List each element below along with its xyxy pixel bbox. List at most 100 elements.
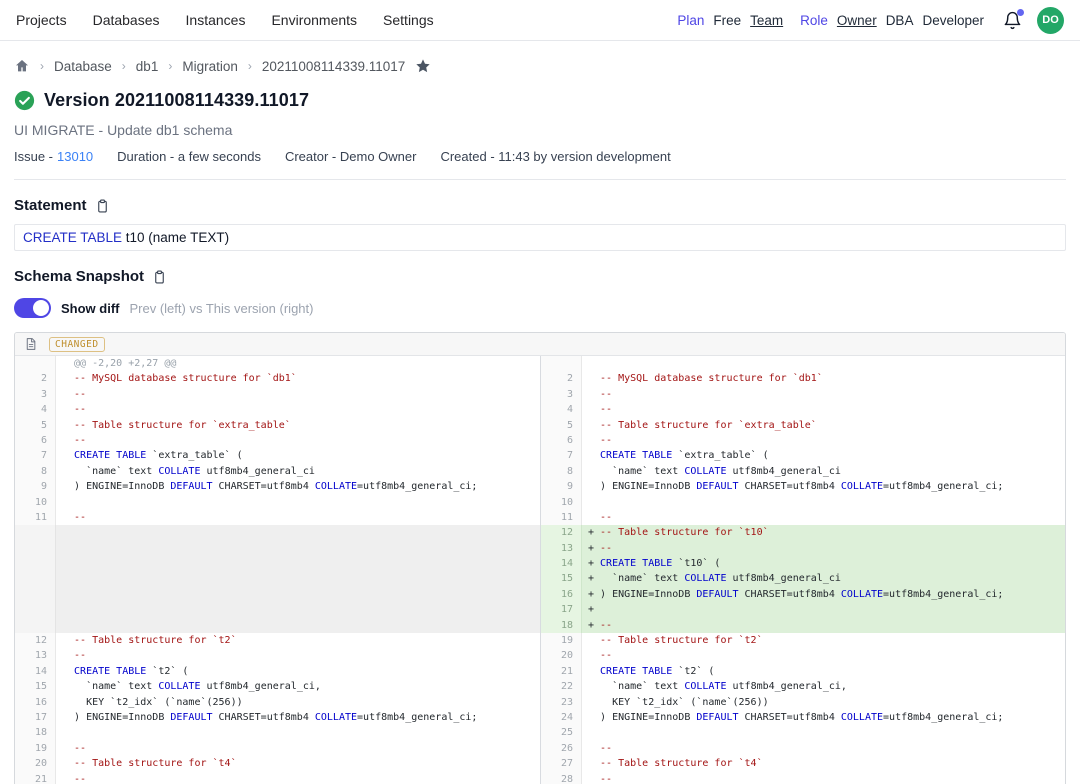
diff-prefix: +	[588, 602, 600, 617]
section-divider	[14, 179, 1066, 180]
diff-row	[15, 541, 540, 556]
code-line: `name` text COLLATE utf8mb4_general_ci	[582, 464, 1065, 479]
statement-code: CREATE TABLE t10 (name TEXT)	[14, 224, 1066, 251]
breadcrumb-item[interactable]: Migration	[182, 59, 238, 74]
plan-label[interactable]: Plan	[677, 13, 704, 28]
diff-row	[15, 587, 540, 602]
diff-row: 14CREATE TABLE `t2` (	[15, 664, 540, 679]
nav-item-environments[interactable]: Environments	[271, 12, 357, 28]
code-token: --	[74, 650, 86, 661]
code-token: `name` text	[600, 573, 684, 584]
code-token: ) ENGINE=InnoDB	[74, 712, 170, 723]
code-token: CHARSET=utf8mb4	[213, 481, 315, 492]
diff-prefix: +	[588, 571, 600, 586]
copy-statement-icon[interactable]	[95, 198, 110, 214]
diff-row: 11--	[15, 510, 540, 525]
code-token: utf8mb4_general_ci	[726, 573, 840, 584]
code-line: -- Table structure for `extra_table`	[56, 418, 540, 433]
diff-row: 4--	[15, 402, 540, 417]
team-link[interactable]: Team	[750, 13, 783, 28]
code-line: ) ENGINE=InnoDB DEFAULT CHARSET=utf8mb4 …	[582, 710, 1065, 725]
code-line: ) ENGINE=InnoDB DEFAULT CHARSET=utf8mb4 …	[56, 710, 540, 725]
code-line: --	[56, 772, 540, 784]
code-token: COLLATE	[841, 712, 883, 723]
code-token: =utf8mb4_general_ci;	[357, 481, 477, 492]
code-line	[582, 725, 1065, 740]
diff-row	[15, 571, 540, 586]
code-line	[56, 556, 540, 571]
line-number	[15, 525, 56, 540]
hunk-header: @@ -2,20 +2,27 @@	[74, 358, 176, 369]
home-icon[interactable]	[14, 58, 30, 74]
meta-item: Creator - Demo Owner	[285, 149, 416, 164]
line-number: 2	[541, 371, 582, 386]
code-token: COLLATE	[684, 573, 726, 584]
code-token: COLLATE	[158, 681, 200, 692]
code-line: --	[56, 433, 540, 448]
line-number: 8	[541, 464, 582, 479]
diff-row	[15, 618, 540, 633]
code-token: --	[600, 435, 612, 446]
code-token: ) ENGINE=InnoDB	[600, 589, 696, 600]
show-diff-toggle[interactable]	[14, 298, 51, 318]
line-number: 26	[541, 741, 582, 756]
code-token: COLLATE	[684, 466, 726, 477]
code-line: KEY `t2_idx` (`name`(256))	[56, 695, 540, 710]
issue-link[interactable]: 13010	[57, 149, 93, 164]
migration-subtitle: UI MIGRATE - Update db1 schema	[14, 122, 1066, 138]
line-number: 5	[15, 418, 56, 433]
line-number: 6	[15, 433, 56, 448]
diff-row: 12-- Table structure for `t2`	[15, 633, 540, 648]
role-owner-link[interactable]: Owner	[837, 13, 877, 28]
line-number: 9	[15, 479, 56, 494]
code-line	[56, 571, 540, 586]
code-token: COLLATE	[315, 712, 357, 723]
diff-row: 19--	[15, 741, 540, 756]
diff-prefix: +	[588, 525, 600, 540]
notification-dot	[1017, 9, 1024, 16]
code-token: -- Table structure for `extra_table`	[74, 420, 291, 431]
code-token: `extra_table` (	[146, 450, 242, 461]
diff-row: 8 `name` text COLLATE utf8mb4_general_ci	[15, 464, 540, 479]
avatar[interactable]: DO	[1037, 7, 1064, 34]
line-number: 20	[541, 648, 582, 663]
breadcrumb-item[interactable]: Database	[54, 59, 112, 74]
line-number: 27	[541, 756, 582, 771]
code-line: + `name` text COLLATE utf8mb4_general_ci	[582, 571, 1065, 586]
code-token: CHARSET=utf8mb4	[739, 589, 841, 600]
diff-row: 26--	[541, 741, 1065, 756]
nav-right: Plan Free Team Role Owner DBA Developer …	[677, 7, 1064, 34]
code-token: -- Table structure for `t2`	[74, 635, 237, 646]
line-number	[15, 571, 56, 586]
toggle-knob	[33, 300, 49, 316]
code-token: COLLATE	[315, 481, 357, 492]
notification-bell-icon[interactable]	[1003, 11, 1022, 30]
favorite-star-icon[interactable]	[415, 58, 431, 74]
code-token: CREATE TABLE	[600, 450, 672, 461]
code-line	[56, 541, 540, 556]
diff-row: 20-- Table structure for `t4`	[15, 756, 540, 771]
copy-snapshot-icon[interactable]	[152, 269, 167, 285]
diff-row: 9) ENGINE=InnoDB DEFAULT CHARSET=utf8mb4…	[541, 479, 1065, 494]
code-line: +CREATE TABLE `t10` (	[582, 556, 1065, 571]
diff-row: 4--	[541, 402, 1065, 417]
code-token: CREATE TABLE	[74, 450, 146, 461]
role-label[interactable]: Role	[800, 13, 828, 28]
diff-row: 24) ENGINE=InnoDB DEFAULT CHARSET=utf8mb…	[541, 710, 1065, 725]
nav-item-instances[interactable]: Instances	[186, 12, 246, 28]
diff-row: 16 KEY `t2_idx` (`name`(256))	[15, 695, 540, 710]
code-token: DEFAULT	[170, 481, 212, 492]
line-number	[541, 356, 582, 371]
diff-row: 19-- Table structure for `t2`	[541, 633, 1065, 648]
code-token: `name` text	[74, 466, 158, 477]
line-number: 18	[541, 618, 582, 633]
nav-item-databases[interactable]: Databases	[93, 12, 160, 28]
code-token: `extra_table` (	[672, 450, 768, 461]
nav-item-projects[interactable]: Projects	[16, 12, 67, 28]
breadcrumb-item[interactable]: db1	[136, 59, 159, 74]
code-token: --	[74, 774, 86, 784]
code-token: =utf8mb4_general_ci;	[883, 589, 1003, 600]
breadcrumb-item[interactable]: 20211008114339.11017	[262, 59, 405, 74]
nav-item-settings[interactable]: Settings	[383, 12, 434, 28]
title-row: Version 20211008114339.11017	[14, 90, 1066, 111]
